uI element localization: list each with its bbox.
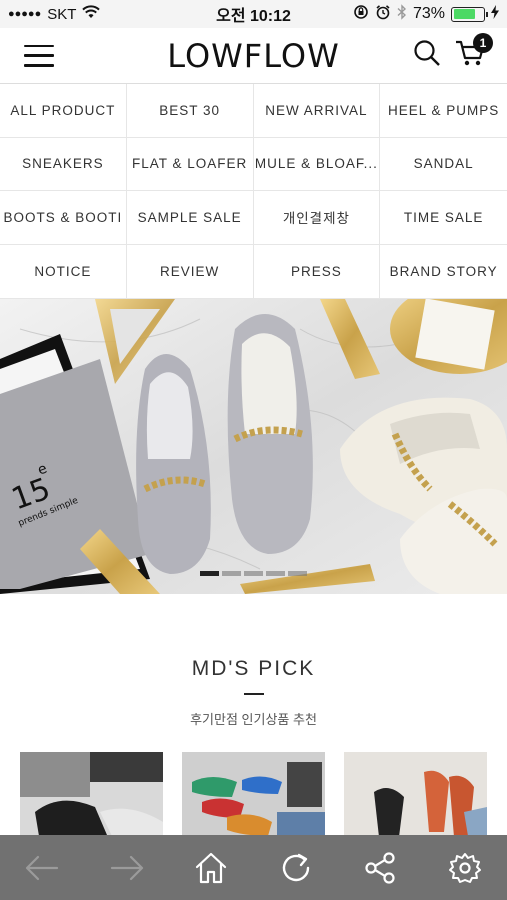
slide-dot[interactable] (266, 571, 285, 576)
charging-icon (491, 4, 499, 24)
hamburger-menu-icon[interactable] (24, 44, 54, 67)
banner-illustration: 15 e prends simple (0, 299, 507, 594)
slide-dot[interactable] (244, 571, 263, 576)
slide-dot[interactable] (222, 571, 241, 576)
status-right: 73% (353, 3, 499, 25)
category-menu-item[interactable]: HEEL & PUMPS (380, 84, 507, 138)
bluetooth-icon (397, 3, 407, 25)
category-menu-item[interactable]: BEST 30 (126, 84, 254, 138)
category-menu-grid: ALL PRODUCT BEST 30 NEW ARRIVAL HEEL & PUMP… (0, 84, 507, 299)
product-thumbnails (0, 752, 507, 842)
title-divider (243, 693, 264, 695)
category-menu-item[interactable]: MULE & BLOAF... (253, 137, 381, 191)
product-thumbnail[interactable] (182, 752, 325, 842)
carrier-name: SKT (47, 5, 77, 23)
rotation-lock-icon (353, 4, 369, 25)
product-thumbnail[interactable] (344, 752, 487, 842)
category-menu-item[interactable]: FLAT & LOAFER (126, 137, 254, 191)
refresh-icon[interactable] (266, 843, 326, 893)
forward-arrow-icon[interactable] (97, 843, 157, 893)
section-subtitle: 후기만점 인기상품 추천 (190, 712, 317, 727)
hero-banner[interactable]: 15 e prends simple (0, 299, 507, 594)
wifi-icon (82, 5, 101, 23)
cart-icon[interactable]: 1 (455, 33, 493, 72)
status-bar: ●●●●● SKT 오전 10:12 73% (0, 0, 507, 28)
category-menu-item[interactable]: NEW ARRIVAL (253, 84, 381, 138)
slide-dot[interactable] (288, 571, 307, 576)
battery-percent: 73% (412, 5, 445, 22)
search-icon[interactable] (413, 39, 441, 72)
slide-indicator[interactable] (200, 571, 307, 576)
cart-count-badge: 1 (473, 33, 493, 53)
category-menu-item[interactable]: BRAND STORY (380, 245, 507, 299)
status-left: ●●●●● SKT (8, 5, 101, 23)
category-menu-item[interactable]: SNEAKERS (0, 137, 127, 191)
alarm-icon (375, 4, 391, 25)
back-arrow-icon[interactable] (12, 843, 72, 893)
header-actions: 1 (413, 33, 493, 72)
product-thumbnail[interactable] (20, 752, 163, 842)
category-menu-item[interactable]: SAMPLE SALE (126, 191, 254, 245)
signal-strength: ●●●●● (8, 8, 42, 20)
browser-toolbar (0, 835, 507, 900)
battery-fill (453, 9, 475, 19)
category-menu-item[interactable]: SANDAL (380, 138, 507, 191)
slide-dot[interactable] (200, 571, 219, 576)
category-menu-item[interactable]: 개인결제창 (253, 191, 381, 245)
site-header: LOWFLOW 1 (0, 28, 507, 84)
category-menu-item[interactable]: NOTICE (0, 244, 127, 298)
section-title: MD'S PICK (191, 657, 316, 680)
category-menu-item[interactable]: REVIEW (127, 244, 254, 298)
category-menu-item[interactable]: TIME SALE (380, 191, 507, 245)
category-menu-item[interactable]: PRESS (254, 244, 381, 298)
category-menu-item[interactable]: BOOTS & BOOTI (0, 191, 127, 245)
battery-icon (451, 6, 488, 22)
share-icon[interactable] (350, 843, 410, 893)
settings-gear-icon[interactable] (435, 843, 495, 893)
home-icon[interactable] (181, 843, 241, 893)
category-menu-item[interactable]: ALL PRODUCT (0, 84, 127, 138)
mds-pick-section: MD'S PICK 후기만점 인기상품 추천 (0, 594, 507, 842)
